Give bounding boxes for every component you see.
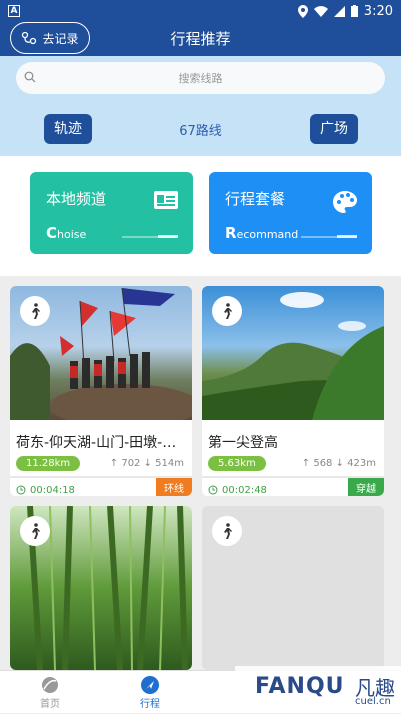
status-time: 3:20	[363, 3, 393, 19]
divider	[301, 235, 357, 238]
route-footer: 00:04:18 环线	[10, 476, 192, 496]
route-card[interactable]	[202, 506, 384, 670]
route-photo	[10, 506, 192, 670]
search-placeholder: 搜索线路	[178, 72, 223, 85]
walking-badge	[20, 296, 50, 326]
elevation: ↑ 568 ↓ 423m	[301, 457, 376, 469]
walking-badge	[212, 516, 242, 546]
route-name: 荷东-仰天湖-山门-田墩-丁家...	[16, 435, 192, 451]
id-card-icon	[154, 191, 178, 209]
local-channel-subtitle: Choise	[46, 224, 87, 242]
nav-home[interactable]: 首页	[10, 671, 90, 714]
duration: 00:04:18	[30, 484, 75, 496]
package-card[interactable]: 行程套餐 Recommand	[209, 172, 372, 254]
navigation-arrow-icon	[141, 676, 159, 694]
elevation: ↑ 702 ↓ 514m	[109, 457, 184, 469]
channel-section: 本地频道 Choise 行程套餐 Recommand	[0, 156, 401, 276]
nav-trip-label: 行程	[140, 699, 160, 710]
route-photo-placeholder	[202, 506, 384, 670]
route-card[interactable]	[10, 506, 192, 670]
package-subtitle: Recommand	[225, 224, 299, 242]
divider	[122, 235, 178, 238]
location-icon	[297, 4, 308, 18]
home-globe-icon	[42, 677, 58, 693]
nav-home-label: 首页	[40, 699, 60, 710]
route-photo	[202, 286, 384, 420]
search-input[interactable]: 搜索线路	[16, 62, 385, 94]
route-meta: 11.28km ↑ 702 ↓ 514m	[10, 454, 192, 472]
walking-icon	[224, 523, 232, 539]
local-channel-card[interactable]: 本地频道 Choise	[30, 172, 193, 254]
route-photo	[10, 286, 192, 420]
walking-badge	[20, 516, 50, 546]
palette-icon	[333, 191, 357, 213]
app-bar: 去记录 行程推荐	[0, 22, 401, 56]
wifi-icon	[313, 5, 328, 17]
route-type-badge: 穿越	[348, 478, 384, 496]
search-icon	[24, 71, 36, 83]
search-band: 搜索线路 轨迹 67路线 广场	[0, 56, 401, 156]
app-notification-icon: A	[8, 5, 20, 17]
route-footer: 00:02:48 穿越	[202, 476, 384, 496]
clock-icon	[16, 485, 26, 495]
page-title: 行程推荐	[170, 30, 231, 48]
distance-badge: 5.63km	[208, 455, 266, 471]
plaza-button[interactable]: 广场	[310, 114, 358, 144]
nav-trip[interactable]: 行程	[110, 671, 190, 714]
route-meta: 5.63km ↑ 568 ↓ 423m	[202, 454, 384, 472]
walking-icon	[224, 303, 232, 319]
walking-icon	[32, 523, 40, 539]
route-name: 第一尖登高	[208, 435, 278, 451]
route-card[interactable]: 第一尖登高 5.63km ↑ 568 ↓ 423m 00:02:48 穿越	[202, 286, 384, 496]
duration: 00:02:48	[222, 484, 267, 496]
route-card[interactable]: 荷东-仰天湖-山门-田墩-丁家... 11.28km ↑ 702 ↓ 514m …	[10, 286, 192, 496]
status-bar: A 3:20	[0, 0, 401, 22]
clock-icon	[208, 485, 218, 495]
watermark-logo: FANQU 凡趣 cuel.cn	[235, 666, 401, 713]
distance-badge: 11.28km	[16, 455, 81, 471]
walking-badge	[212, 296, 242, 326]
battery-icon	[350, 5, 358, 17]
signal-icon	[333, 5, 345, 17]
route-type-badge: 环线	[156, 478, 192, 496]
walking-icon	[32, 303, 40, 319]
